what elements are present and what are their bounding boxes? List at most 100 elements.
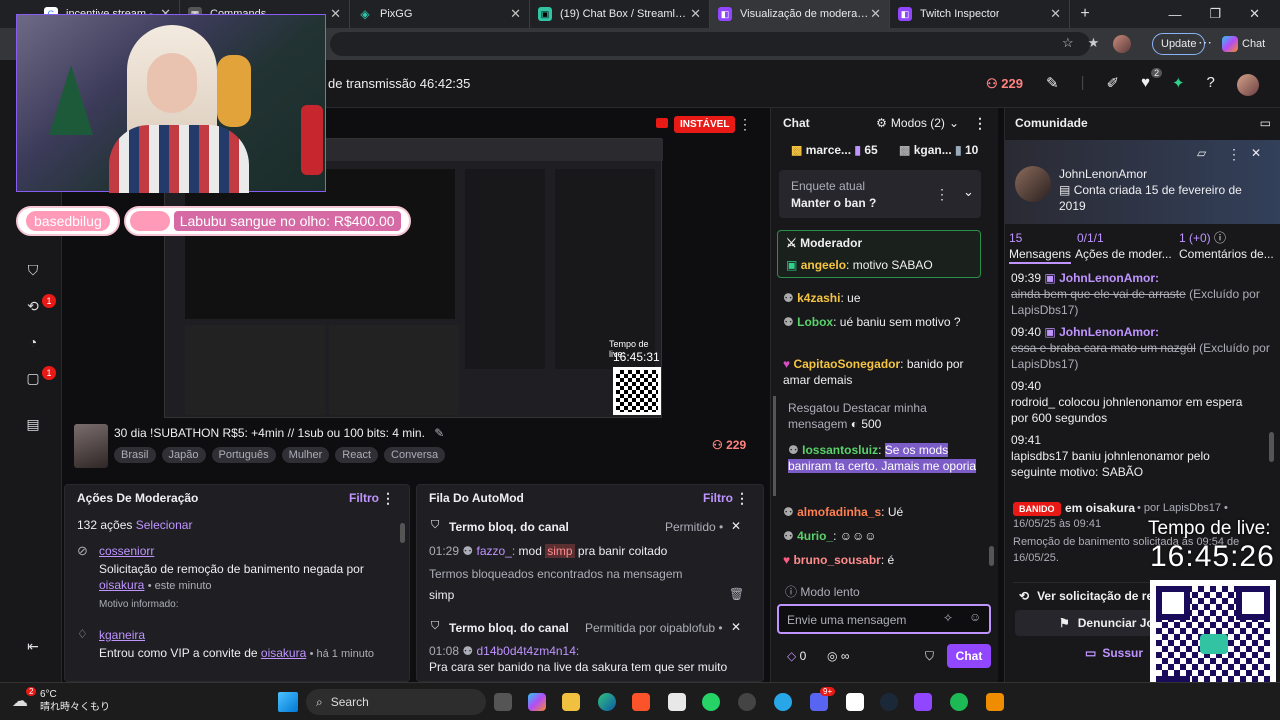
telegram-icon[interactable]: [774, 693, 792, 711]
chat-user[interactable]: Iossantosluiz: [802, 443, 878, 457]
top-chatter-name[interactable]: kgan...: [914, 143, 952, 157]
spotify-icon[interactable]: [950, 693, 968, 711]
steam-icon[interactable]: [880, 693, 898, 711]
tab-streamlabs[interactable]: ▣ (19) Chat Box / Streamlabs ✕: [530, 0, 710, 28]
tab-comments[interactable]: Comentários de...: [1179, 246, 1274, 262]
close-icon[interactable]: ✕: [870, 6, 881, 22]
twitch-icon[interactable]: [914, 693, 932, 711]
close-window-icon[interactable]: ✕: [1249, 6, 1260, 22]
bits-counter[interactable]: ◇ 0: [787, 648, 806, 664]
mod-action-actor[interactable]: oisakura: [261, 646, 306, 660]
tab-twitch-inspector[interactable]: ◧ Twitch Inspector ✕: [890, 0, 1070, 28]
log-user[interactable]: JohnLenonAmor:: [1059, 325, 1159, 339]
tab-pixgg[interactable]: ◈ PixGG ✕: [350, 0, 530, 28]
app-icon[interactable]: [846, 693, 864, 711]
copilot-chat-button[interactable]: Chat: [1222, 33, 1265, 55]
close-icon[interactable]: ✕: [1050, 6, 1061, 22]
menu-icon[interactable]: ⋯: [1198, 34, 1212, 51]
close-icon[interactable]: ✕: [731, 519, 741, 533]
edit-icon[interactable]: ✎: [434, 426, 444, 440]
whatsapp-icon[interactable]: [702, 693, 720, 711]
tag[interactable]: React: [335, 447, 379, 463]
star-icon[interactable]: ☆: [1062, 35, 1074, 53]
report-button[interactable]: ⚑ Denunciar Jo: [1015, 610, 1155, 636]
task-view-icon[interactable]: [494, 693, 512, 711]
top-chatter-name[interactable]: marce...: [806, 143, 851, 157]
more-options-icon[interactable]: ⋮: [738, 116, 752, 133]
scrollbar[interactable]: [400, 523, 405, 543]
tag[interactable]: Japão: [161, 447, 206, 463]
tag[interactable]: Brasil: [114, 447, 156, 463]
edit-icon[interactable]: ✎: [1046, 74, 1059, 96]
more-options-icon[interactable]: ⋮: [973, 115, 987, 132]
mod-action-user[interactable]: cosseniorr: [99, 543, 154, 559]
close-icon[interactable]: ✕: [1251, 146, 1261, 160]
chat-user[interactable]: CapitaoSonegador: [793, 357, 900, 371]
chat-user[interactable]: k4zashi: [797, 291, 840, 305]
chat-user[interactable]: Lobox: [797, 315, 833, 329]
mod-action-actor[interactable]: oisakura: [99, 578, 144, 592]
file-explorer-icon[interactable]: [562, 693, 580, 711]
tab-mod-view[interactable]: ◧ Visualização de moderadores ✕: [710, 0, 890, 28]
poll-card[interactable]: Enquete atual Manter o ban ? ⋮ ⌄: [779, 170, 981, 218]
favorites-icon[interactable]: ★: [1088, 35, 1100, 53]
taskbar-search[interactable]: ⌕ Search: [306, 689, 486, 715]
chevron-down-icon[interactable]: ⌄: [963, 184, 974, 200]
tab-messages[interactable]: Mensagens: [1009, 246, 1072, 264]
chat-user[interactable]: bruno_sousabr: [793, 553, 880, 567]
close-icon[interactable]: ✕: [330, 6, 341, 22]
user-avatar[interactable]: [1015, 166, 1051, 202]
log-user[interactable]: JohnLenonAmor:: [1059, 271, 1159, 285]
message-alert-icon[interactable]: ▢: [24, 370, 42, 388]
channel-avatar[interactable]: [74, 424, 108, 468]
new-tab-button[interactable]: +: [1070, 0, 1100, 28]
sparkle-icon[interactable]: ✦: [1172, 74, 1185, 96]
shield-icon[interactable]: ⛉: [24, 262, 42, 280]
vlc-icon[interactable]: [986, 693, 1004, 711]
close-icon[interactable]: ✕: [510, 6, 521, 22]
more-options-icon[interactable]: ⋮: [735, 490, 749, 507]
shield-icon[interactable]: ⛉: [925, 649, 934, 664]
maximize-icon[interactable]: ❐: [1209, 6, 1221, 22]
trash-icon[interactable]: 🗑: [729, 587, 744, 601]
edge-icon[interactable]: [598, 693, 616, 711]
tag[interactable]: Português: [211, 447, 276, 463]
chat-user[interactable]: 4urio_: [797, 529, 833, 543]
emoji-icon[interactable]: ☺: [969, 610, 981, 624]
bookmark-icon[interactable]: ▱: [1197, 146, 1206, 160]
profile-avatar[interactable]: [1113, 35, 1132, 53]
close-icon[interactable]: ✕: [731, 620, 741, 634]
store-icon[interactable]: [668, 693, 686, 711]
omnibox[interactable]: [330, 32, 1090, 56]
history-icon[interactable]: ⟲: [24, 298, 42, 316]
scrollbar[interactable]: [1269, 432, 1274, 462]
modes-button[interactable]: ⚙ Modos (2) ⌄: [876, 116, 959, 130]
weather-widget[interactable]: ☁ 2 6°C 晴れ時々くもり: [12, 687, 122, 717]
chat-input[interactable]: Envie uma mensagem ✧ ☺: [777, 604, 991, 634]
copilot-icon[interactable]: [528, 693, 546, 711]
gift-icon[interactable]: ♥ 2: [1141, 68, 1163, 96]
close-icon[interactable]: ✕: [690, 6, 701, 22]
obs-icon[interactable]: [738, 693, 756, 711]
more-options-icon[interactable]: ⋮: [1227, 146, 1241, 163]
whisper-button[interactable]: ▭ Sussur: [1085, 646, 1143, 660]
timer-icon[interactable]: ◔: [24, 334, 42, 352]
more-options-icon[interactable]: ⋮: [381, 490, 395, 507]
scrollbar[interactable]: [989, 546, 994, 566]
more-options-icon[interactable]: ⋮: [935, 186, 949, 203]
filter-button[interactable]: Filtro: [349, 491, 379, 505]
sparkle-icon[interactable]: ✧: [943, 611, 953, 625]
feather-icon[interactable]: ✐: [1106, 74, 1119, 96]
tag[interactable]: Mulher: [281, 447, 330, 463]
tag[interactable]: Conversa: [384, 447, 446, 463]
chat-send-button[interactable]: Chat: [947, 644, 991, 668]
mod-action-user[interactable]: kganeira: [99, 627, 145, 643]
chat-user[interactable]: almofadinha_s: [797, 505, 881, 519]
channel-points[interactable]: ◎ ∞: [827, 648, 849, 664]
brave-icon[interactable]: [632, 693, 650, 711]
minimize-icon[interactable]: —: [1168, 7, 1181, 22]
settings-panel-icon[interactable]: ▤: [24, 416, 42, 434]
help-icon[interactable]: ?: [1207, 74, 1215, 96]
select-button[interactable]: Selecionar: [136, 518, 193, 532]
popout-icon[interactable]: ▭: [1260, 116, 1271, 130]
